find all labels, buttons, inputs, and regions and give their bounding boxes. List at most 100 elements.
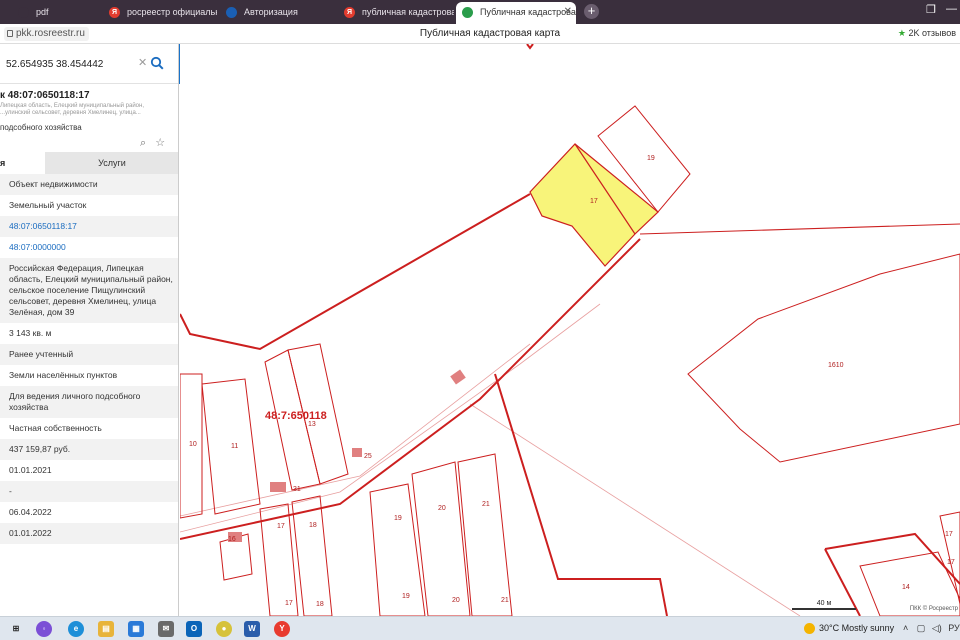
parcel-number-label: 18 xyxy=(309,522,317,529)
parcel-number-label: 19 xyxy=(394,515,402,522)
parcel-17-right[interactable] xyxy=(939,511,960,605)
search-icon[interactable] xyxy=(150,56,164,70)
file-explorer-icon[interactable]: ▤ xyxy=(98,621,114,637)
parcel-number-label: 17 xyxy=(277,523,285,530)
address-bar: pkk.rosreestr.ru Публичная кадастровая к… xyxy=(0,24,960,44)
parcel-boundary xyxy=(639,223,960,235)
parcel-number-label: 31 xyxy=(293,486,301,493)
gosuslugi-icon xyxy=(226,7,237,18)
cadastral-map[interactable]: 19 17 1610 13 10 11 25 31 16 17 18 19 20 21 17 18 19 20 21… xyxy=(180,44,960,616)
new-tab-button[interactable]: + xyxy=(584,4,599,19)
map-canvas[interactable]: 19 17 1610 13 10 11 25 31 16 17 18 19 20 21 17 18 19 20 21… xyxy=(180,44,960,616)
search-doc-icon[interactable]: ⌕ xyxy=(140,137,146,149)
scale-label: 40 м xyxy=(816,600,832,607)
start-icon[interactable]: ⊞ xyxy=(8,621,24,637)
parcel-20[interactable] xyxy=(411,461,471,616)
quarter-boundary xyxy=(180,193,531,351)
parcel-21[interactable] xyxy=(457,453,513,616)
photos-icon[interactable]: ● xyxy=(216,621,232,637)
object-actions: ⌕ ☆ xyxy=(140,136,165,150)
building[interactable] xyxy=(450,369,466,385)
star-outline-icon[interactable]: ☆ xyxy=(155,137,165,149)
tab-pkk-search[interactable]: Я публичная кадастровая к xyxy=(338,2,454,24)
quarter-boundary xyxy=(526,44,534,50)
mail-icon[interactable]: ✉ xyxy=(158,621,174,637)
parcel-number-label: 17 xyxy=(285,600,293,607)
parcel-19[interactable] xyxy=(369,483,426,616)
yandex-browser-icon[interactable]: Y xyxy=(274,621,290,637)
language-indicator[interactable]: РУС xyxy=(948,623,960,633)
pkk-icon xyxy=(462,7,473,18)
object-address-short: Липецкая область, Елецкий муниципальный … xyxy=(0,103,144,116)
tab-services[interactable]: Услуги xyxy=(45,152,178,174)
network-icon[interactable]: ▢ xyxy=(917,623,926,633)
object-purpose: подсобного хозяйства xyxy=(0,123,82,132)
parcel-number-label: 21 xyxy=(501,597,509,604)
window-manage-icon[interactable]: ❐ xyxy=(926,3,936,16)
property-row: Для ведения личного подсобного хозяйства xyxy=(0,386,178,418)
parcel-number-label: 18 xyxy=(316,601,324,608)
tab-info[interactable]: я xyxy=(0,152,45,174)
weather-text: 30°C Mostly sunny xyxy=(819,623,895,633)
parcel-number-label: 19 xyxy=(402,593,410,600)
store-icon[interactable]: ▦ xyxy=(128,621,144,637)
word-icon[interactable]: W xyxy=(244,621,260,637)
property-row[interactable]: 48:07:0000000 xyxy=(0,237,178,258)
parcel-number-label: 10 xyxy=(189,441,197,448)
volume-icon[interactable]: ◁) xyxy=(932,623,942,633)
parcel-number-label: 20 xyxy=(452,597,460,604)
info-sidebar: ✕ к 48:07:0650118:17 Липецкая область, Е… xyxy=(0,44,179,616)
info-tabs: я Услуги xyxy=(0,152,178,174)
property-row: - xyxy=(0,481,178,502)
search-box: ✕ xyxy=(0,44,178,84)
chevron-up-icon[interactable]: ˄ xyxy=(903,623,908,633)
building[interactable] xyxy=(352,448,362,457)
system-tray[interactable]: ˄ ▢ ◁) РУС xyxy=(903,623,960,634)
parcel-1610[interactable] xyxy=(687,253,960,463)
parcel-number-label: 16 xyxy=(228,536,236,543)
property-row: 437 159,87 руб. xyxy=(0,439,178,460)
parcel-number-label: 25 xyxy=(364,453,372,460)
browser-tab-bar: pdf Я росреестр официальный Авторизация … xyxy=(0,0,960,24)
parcel-number-label: 17 xyxy=(947,559,955,566)
property-row[interactable]: 48:07:0650118:17 xyxy=(0,216,178,237)
close-tab-icon[interactable]: ✕ xyxy=(564,2,572,22)
coordinates-search-input[interactable] xyxy=(6,56,126,72)
property-row: Ранее учтенный xyxy=(0,344,178,365)
windows-taskbar: ⊞ ◦ e ▤ ▦ ✉ O ● W Y 30°C Mostly sunny ˄ … xyxy=(0,616,960,640)
tab-label: публичная кадастровая к xyxy=(362,7,454,17)
tab-authorization[interactable]: Авторизация xyxy=(220,2,338,24)
tab-label: pdf xyxy=(36,7,49,17)
reviews-count: 2K отзывов xyxy=(908,28,956,38)
property-row: Земли населённых пунктов xyxy=(9,370,118,380)
outlook-icon[interactable]: O xyxy=(186,621,202,637)
tab-pkk-active[interactable]: Публичная кадастрова ✕ xyxy=(456,2,576,24)
url-text: pkk.rosreestr.ru xyxy=(16,28,85,39)
property-row: Российская Федерация, Липецкая область, … xyxy=(0,258,178,323)
property-row: Объект недвижимости xyxy=(0,174,178,195)
tab-pdf[interactable]: pdf xyxy=(12,2,102,24)
quarter-boundary xyxy=(180,238,641,540)
scale-bar xyxy=(792,608,856,610)
minimize-icon[interactable]: — xyxy=(946,3,957,15)
parcel-number-label: 1610 xyxy=(828,362,844,369)
property-row: 01.01.2022 xyxy=(0,523,178,544)
tab-label: росреестр официальный xyxy=(127,7,217,17)
parcel-number-label: 11 xyxy=(231,443,238,450)
parcel-number-label: 19 xyxy=(647,155,655,162)
tab-rosreestr-search[interactable]: Я росреестр официальный xyxy=(103,2,217,24)
clear-icon[interactable]: ✕ xyxy=(138,56,147,69)
road-line xyxy=(180,303,601,533)
alice-icon[interactable]: ◦ xyxy=(36,621,52,637)
tab-label: Авторизация xyxy=(244,7,298,17)
map-attribution: ПКК © Росреестр xyxy=(909,606,958,612)
weather-widget[interactable]: 30°C Mostly sunny xyxy=(804,623,895,635)
yandex-icon: Я xyxy=(109,7,120,18)
map-scale: 40 м xyxy=(792,600,856,610)
selected-parcel[interactable] xyxy=(529,143,659,267)
reviews-badge[interactable]: ★ 2K отзывов xyxy=(898,28,956,39)
url-field[interactable]: pkk.rosreestr.ru xyxy=(4,27,89,41)
quarter-label: 48:7:650118 xyxy=(265,410,327,422)
edge-icon[interactable]: e xyxy=(68,621,84,637)
building[interactable] xyxy=(270,482,286,492)
